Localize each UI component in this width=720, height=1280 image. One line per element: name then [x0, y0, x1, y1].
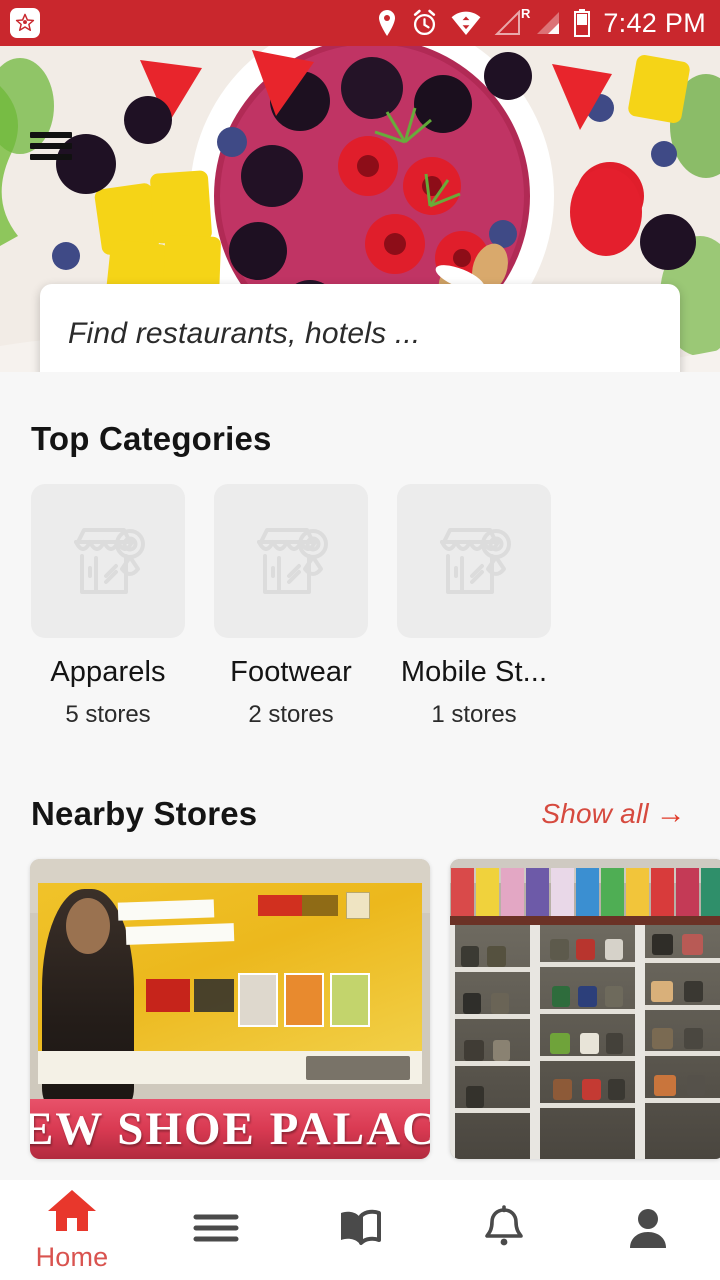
show-all-button[interactable]: Show all → — [541, 797, 686, 831]
category-count: 1 stores — [431, 701, 517, 728]
hamburger-menu-icon[interactable] — [30, 132, 72, 160]
store-placeholder-icon — [397, 484, 551, 638]
status-icon-group: R — [376, 7, 591, 37]
home-icon — [46, 1187, 98, 1238]
category-name: Mobile St... — [400, 656, 548, 688]
category-name: Apparels — [50, 656, 166, 688]
category-item-apparels[interactable]: Apparels 5 stores — [31, 484, 185, 729]
wifi-transfer-icon — [451, 10, 481, 36]
nearby-stores-title: Nearby Stores — [31, 795, 258, 832]
person-icon — [627, 1206, 669, 1255]
bottom-navigation: Home — [0, 1180, 720, 1280]
category-count: 2 stores — [248, 701, 334, 728]
show-all-label: Show all — [541, 798, 649, 829]
main-content: Top Categories Apparels 5 stores Footwea… — [0, 372, 720, 1180]
signal-roaming-icon: R — [494, 7, 530, 36]
star-badge-icon — [10, 8, 40, 38]
category-name: Footwear — [230, 656, 352, 688]
store-card[interactable] — [450, 859, 720, 1159]
nearby-stores-header: Nearby Stores Show all → — [0, 729, 720, 833]
book-icon — [337, 1208, 383, 1253]
nav-item-notifications[interactable] — [432, 1180, 576, 1280]
location-pin-icon — [376, 9, 398, 37]
nav-item-profile[interactable] — [576, 1180, 720, 1280]
signal-bars-icon — [534, 10, 561, 36]
search-placeholder: Find restaurants, hotels ... — [68, 317, 421, 350]
nav-item-home[interactable]: Home — [0, 1180, 144, 1280]
battery-icon — [574, 9, 591, 37]
bell-icon — [483, 1204, 525, 1256]
nearby-store-list: EW SHOE PALAC — [0, 833, 720, 1159]
top-categories-title: Top Categories — [31, 420, 272, 457]
arrow-right-icon: → — [655, 797, 686, 830]
store-placeholder-icon — [31, 484, 185, 638]
store-placeholder-icon — [214, 484, 368, 638]
nav-item-menu[interactable] — [144, 1180, 288, 1280]
search-input[interactable]: Find restaurants, hotels ... — [40, 284, 680, 372]
hero-banner: Find restaurants, hotels ... — [0, 46, 720, 372]
category-item-footwear[interactable]: Footwear 2 stores — [214, 484, 368, 729]
store-photo: EW SHOE PALAC — [30, 859, 430, 1159]
top-categories-section: Top Categories — [0, 372, 720, 458]
store-photo — [450, 859, 720, 1159]
category-item-mobile-stores[interactable]: Mobile St... 1 stores — [397, 484, 551, 729]
app-root: R 7:42 PM Find restaurants, hotels ... T… — [0, 0, 720, 1280]
category-list: Apparels 5 stores Footwear 2 stores Mobi… — [0, 458, 720, 729]
nav-item-home-label: Home — [35, 1242, 109, 1272]
category-count: 5 stores — [65, 701, 151, 728]
status-time: 7:42 PM — [603, 7, 706, 38]
alarm-clock-icon — [411, 9, 438, 37]
menu-list-icon — [193, 1211, 239, 1250]
nav-item-catalog[interactable] — [288, 1180, 432, 1280]
status-bar: R 7:42 PM — [0, 0, 720, 46]
store-card[interactable]: EW SHOE PALAC — [30, 859, 430, 1159]
roaming-label: R — [520, 6, 531, 21]
store-sign-text: EW SHOE PALAC — [30, 1103, 430, 1155]
